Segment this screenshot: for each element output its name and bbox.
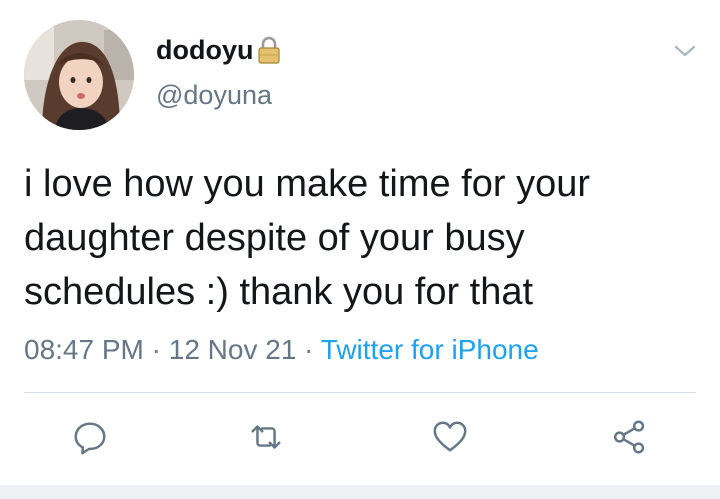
action-bar <box>0 417 720 461</box>
tweet-card: dodoyu @doyuna i love how you make time … <box>0 0 720 499</box>
like-icon <box>433 421 467 452</box>
tweet-date[interactable]: 12 Nov 21 <box>169 334 297 365</box>
reply-button[interactable] <box>70 417 110 457</box>
tweet-source-link[interactable]: Twitter for iPhone <box>321 334 539 365</box>
display-name-row[interactable]: dodoyu <box>156 32 282 68</box>
reply-icon <box>74 422 106 455</box>
tweet-text-line: i love how you make time for your <box>24 163 591 205</box>
retweet-icon <box>251 425 281 449</box>
like-button[interactable] <box>430 417 470 457</box>
display-name[interactable]: dodoyu <box>156 32 253 68</box>
lock-icon <box>256 35 282 65</box>
tweet-text-line: daughter despite of your busy <box>24 217 525 259</box>
meta-separator: · <box>151 334 161 365</box>
tweet-text: i love how you make time for your daught… <box>24 157 704 319</box>
handle[interactable]: @doyuna <box>156 78 272 112</box>
tweet-meta: 08:47 PM · 12 Nov 21 · Twitter for iPhon… <box>24 331 539 369</box>
meta-separator: · <box>304 334 314 365</box>
tweet-text-line: schedules :) thank you for that <box>24 271 534 313</box>
retweet-button[interactable] <box>246 417 286 457</box>
bottom-separator <box>0 485 720 499</box>
avatar-image <box>24 20 134 130</box>
share-button[interactable] <box>610 417 650 457</box>
share-icon <box>613 420 645 454</box>
avatar[interactable] <box>24 20 134 130</box>
divider <box>24 392 696 393</box>
tweet-time[interactable]: 08:47 PM <box>24 334 144 365</box>
chevron-down-icon[interactable] <box>672 40 698 62</box>
